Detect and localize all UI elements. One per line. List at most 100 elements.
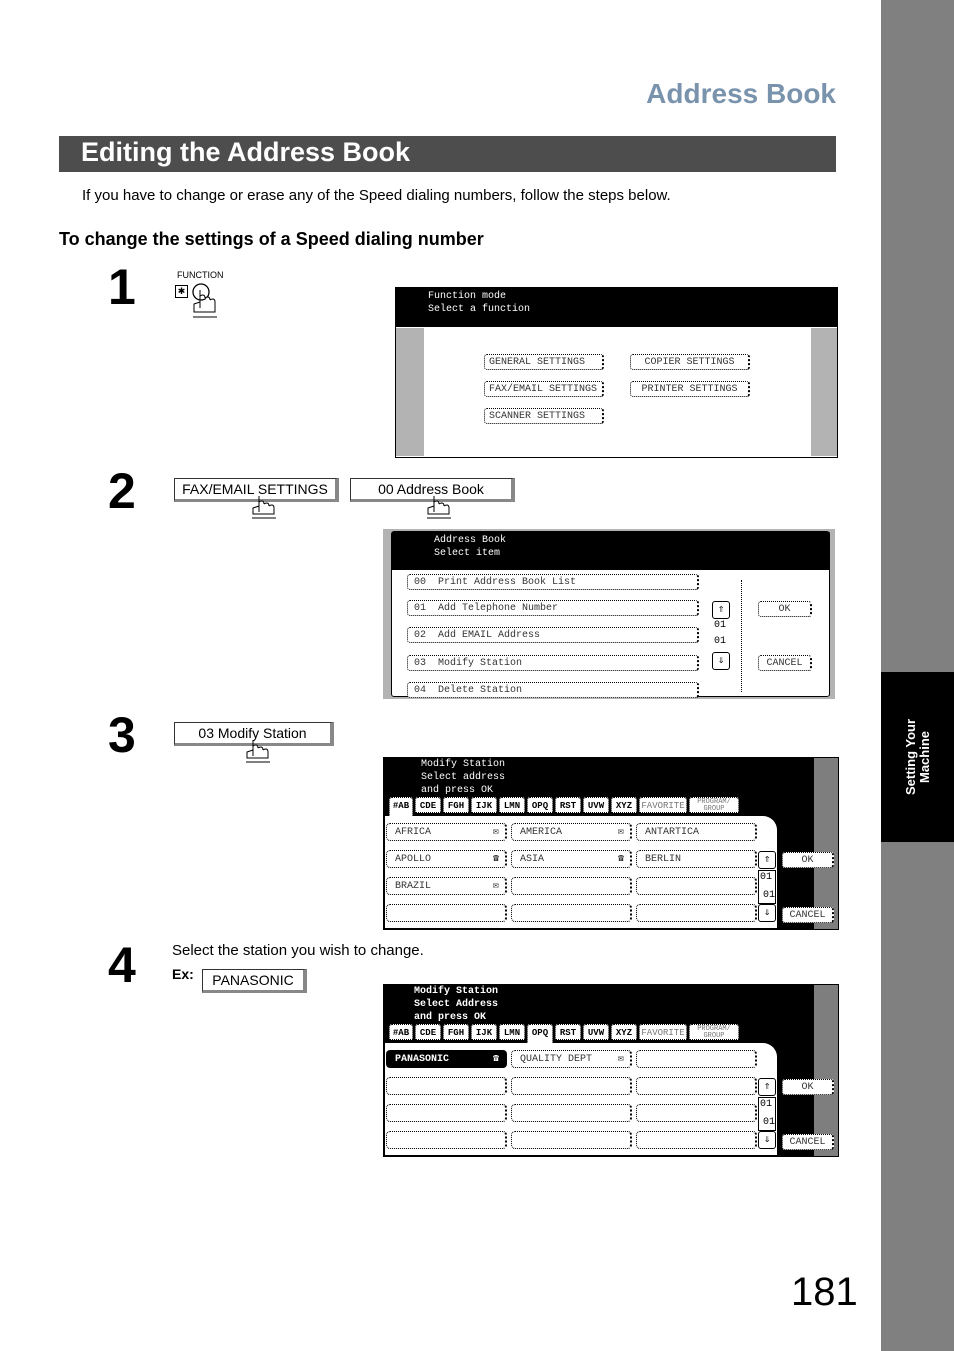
address-cell[interactable]: QUALITY DEPT ✉: [511, 1050, 632, 1068]
address-cell[interactable]: [511, 1104, 632, 1122]
lcd-header-line: Modify Station: [421, 759, 506, 770]
scroll-down-icon[interactable]: ⇓: [712, 652, 730, 670]
tab-rst[interactable]: RST: [555, 797, 581, 813]
tab-opq[interactable]: OPQ: [527, 1024, 553, 1044]
page-title: Editing the Address Book: [81, 137, 411, 167]
panasonic-example-key[interactable]: PANASONIC: [202, 969, 307, 993]
address-cell[interactable]: [636, 1104, 757, 1122]
scroll-up-icon[interactable]: ⇑: [758, 851, 776, 869]
address-cell[interactable]: [511, 1131, 632, 1149]
lcd-modify-station-ab: Modify Station Select address and press …: [383, 757, 839, 930]
address-cell[interactable]: [386, 904, 507, 922]
tab-cde[interactable]: CDE: [415, 1024, 441, 1040]
function-key-label: FUNCTION: [177, 270, 224, 280]
cancel-button[interactable]: CANCEL: [758, 655, 812, 671]
scroll-up-icon[interactable]: ⇑: [712, 601, 730, 619]
tab-fgh[interactable]: FGH: [443, 797, 469, 813]
address-cell[interactable]: [636, 877, 757, 895]
tab-lmn[interactable]: LMN: [499, 1024, 525, 1040]
address-cell[interactable]: [636, 1050, 757, 1068]
address-cell[interactable]: [511, 1077, 632, 1095]
press-key-hand-icon: [192, 283, 217, 318]
address-cell[interactable]: ASIA ☎: [511, 850, 632, 868]
ok-button[interactable]: OK: [782, 852, 834, 868]
address-cell[interactable]: [386, 1131, 507, 1149]
step-number: 2: [108, 463, 136, 519]
page-total: 01: [763, 890, 776, 901]
tab-xyz[interactable]: XYZ: [611, 1024, 637, 1040]
phone-icon: ☎: [617, 854, 624, 865]
copier-settings-button[interactable]: COPIER SETTINGS: [630, 354, 750, 370]
address-cell[interactable]: ANTARTICA: [636, 823, 757, 841]
tab-favorite[interactable]: FAVORITE: [639, 797, 687, 813]
menu-item-num: 03: [414, 658, 427, 669]
address-cell-label: ANTARTICA: [645, 827, 700, 838]
lcd-header: Address Book Select item: [392, 532, 829, 570]
tab-program-group[interactable]: PROGRAM/ GROUP: [689, 797, 739, 813]
chapter-tab-line1: Setting Your: [902, 718, 918, 796]
address-cell-label: ASIA: [520, 854, 545, 865]
lcd-panel: Address Book Select item 00 Print Addres…: [391, 531, 830, 698]
lcd-header-line: Function mode: [428, 291, 507, 302]
tab-ab[interactable]: #AB: [389, 1024, 413, 1040]
tab-opq[interactable]: OPQ: [527, 797, 553, 813]
tab-uvw[interactable]: UVW: [583, 1024, 609, 1040]
tab-program-group[interactable]: PROGRAM/ GROUP: [689, 1024, 739, 1040]
fax-email-settings-button[interactable]: FAX/EMAIL SETTINGS: [484, 381, 604, 397]
phone-icon: ☎: [492, 854, 499, 865]
chapter-tab-line2: Machine: [916, 730, 932, 784]
scroll-up-icon[interactable]: ⇑: [758, 1078, 776, 1096]
menu-item-num: 02: [414, 630, 427, 641]
tab-xyz[interactable]: XYZ: [611, 797, 637, 813]
step-number: 4: [108, 937, 136, 993]
ok-button[interactable]: OK: [782, 1079, 834, 1095]
tab-uvw[interactable]: UVW: [583, 797, 609, 813]
cancel-button[interactable]: CANCEL: [782, 1134, 834, 1150]
address-cell[interactable]: AMERICA ✉: [511, 823, 632, 841]
page-number: 181: [791, 1270, 858, 1314]
address-cell[interactable]: BRAZIL ✉: [386, 877, 507, 895]
address-cell[interactable]: [636, 1077, 757, 1095]
menu-item-print-list[interactable]: 00 Print Address Book List: [407, 574, 699, 590]
lcd-function-mode: Function mode Select a function GENERAL …: [395, 287, 838, 458]
menu-item-add-email[interactable]: 02 Add EMAIL Address: [407, 627, 699, 643]
divider: [741, 580, 742, 692]
address-cell[interactable]: [636, 904, 757, 922]
chapter-tab[interactable]: Setting Your Machine: [881, 672, 954, 842]
address-cell[interactable]: APOLLO ☎: [386, 850, 507, 868]
tab-ijk[interactable]: IJK: [471, 797, 497, 813]
tab-ab[interactable]: #AB: [389, 797, 413, 817]
scroll-down-icon[interactable]: ⇓: [758, 904, 776, 922]
email-icon: ✉: [492, 881, 499, 892]
page-total: 01: [714, 636, 727, 647]
menu-item-add-telephone[interactable]: 01 Add Telephone Number: [407, 600, 699, 616]
page-indicator: 01 01: [758, 870, 776, 904]
address-cell[interactable]: [511, 904, 632, 922]
tab-cde[interactable]: CDE: [415, 797, 441, 813]
address-cell[interactable]: [636, 1131, 757, 1149]
tab-favorite[interactable]: FAVORITE: [639, 1024, 687, 1040]
address-cell[interactable]: BERLIN: [636, 850, 757, 868]
address-cell[interactable]: [386, 1104, 507, 1122]
scroll-down-icon[interactable]: ⇓: [758, 1131, 776, 1149]
ok-button[interactable]: OK: [758, 601, 812, 617]
menu-item-delete-station[interactable]: 04 Delete Station: [407, 682, 699, 698]
menu-item-modify-station[interactable]: 03 Modify Station: [407, 655, 699, 671]
subheading: To change the settings of a Speed dialin…: [59, 229, 484, 249]
press-hand-icon: [252, 496, 276, 519]
address-cell-label: AMERICA: [520, 827, 563, 838]
general-settings-button[interactable]: GENERAL SETTINGS: [484, 354, 604, 370]
tab-lmn[interactable]: LMN: [499, 797, 525, 813]
address-cell[interactable]: [511, 877, 632, 895]
tab-ijk[interactable]: IJK: [471, 1024, 497, 1040]
printer-settings-button[interactable]: PRINTER SETTINGS: [630, 381, 750, 397]
scanner-settings-button[interactable]: SCANNER SETTINGS: [484, 408, 604, 424]
address-cell[interactable]: AFRICA ✉: [386, 823, 507, 841]
lcd-header-line: and press OK: [421, 785, 494, 796]
page-indicator: 01 01: [758, 1097, 776, 1131]
tab-rst[interactable]: RST: [555, 1024, 581, 1040]
tab-fgh[interactable]: FGH: [443, 1024, 469, 1040]
cancel-button[interactable]: CANCEL: [782, 907, 834, 923]
address-cell[interactable]: [386, 1077, 507, 1095]
address-cell[interactable]: PANASONIC ☎: [386, 1050, 507, 1068]
